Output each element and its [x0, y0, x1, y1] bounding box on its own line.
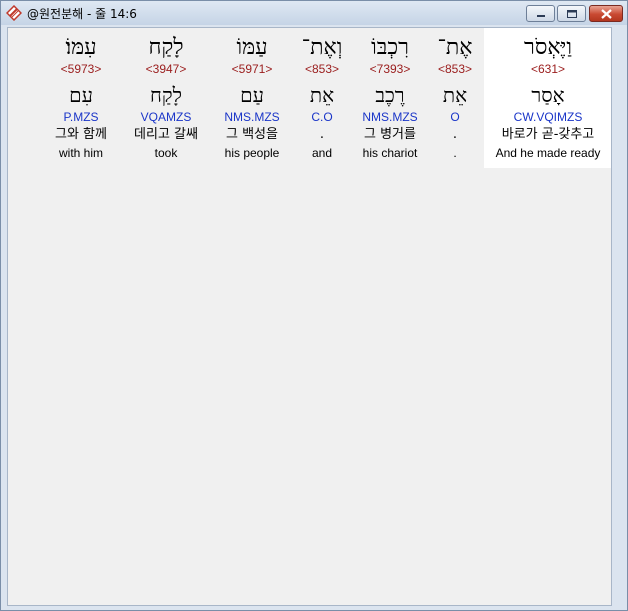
- english-gloss: And he made ready: [495, 146, 601, 160]
- english-gloss: with him: [58, 146, 103, 160]
- english-gloss: his chariot: [362, 146, 418, 160]
- korean-gloss: 바로가 곧-갖추고: [501, 127, 595, 142]
- maximize-icon: [567, 10, 577, 18]
- morphology-code: CW.VQIMZS: [513, 110, 583, 124]
- english-gloss: his people: [224, 146, 280, 160]
- hebrew-word: לָקַח: [148, 35, 184, 60]
- window-border-right: [612, 27, 623, 606]
- close-icon: [601, 9, 612, 19]
- strong-number: <631>: [530, 62, 566, 76]
- morphology-code: NMS.MZS: [224, 110, 280, 124]
- minimize-icon: [537, 15, 545, 17]
- strong-number: <5971>: [231, 62, 273, 76]
- word-column-6[interactable]: לָקַח <3947> לָקַח VQAMZS 데리고 갈쌔 took: [122, 28, 210, 168]
- word-column-1[interactable]: וַיֶּאְסֹר <631> אָסַר CW.VQIMZS 바로가 곧-갖…: [484, 28, 611, 168]
- lexical-form: עַם: [240, 83, 264, 107]
- morphology-code: P.MZS: [63, 110, 99, 124]
- app-window: @원전분해 - 줄 14:6 וַיֶּאְסֹר <631> אָסַר CW…: [0, 0, 628, 611]
- korean-gloss: .: [452, 127, 458, 142]
- close-button[interactable]: [589, 5, 623, 22]
- hebrew-word: וַיֶּאְסֹר: [524, 35, 572, 60]
- lexical-form: עִם: [69, 83, 93, 107]
- hebrew-word: עַמּוֹ: [236, 35, 268, 60]
- english-gloss: and: [311, 146, 333, 160]
- morphology-code: O: [450, 110, 460, 124]
- word-column-4[interactable]: וְאֶת־ <853> אֵת C.O . and: [290, 28, 354, 168]
- lexical-form: אָסַר: [531, 83, 565, 107]
- hebrew-word: וְאֶת־: [301, 35, 343, 60]
- lexical-form: לָקַח: [150, 83, 182, 107]
- word-column-7[interactable]: עִמּוֹ׃ <5973> עִם P.MZS 그와 함께 with him: [40, 28, 122, 168]
- strong-number: <3947>: [145, 62, 187, 76]
- interlinear-panel[interactable]: וַיֶּאְסֹר <631> אָסַר CW.VQIMZS 바로가 곧-갖…: [7, 27, 612, 606]
- hebrew-word: רִכְבּוֹ: [371, 35, 409, 60]
- title-bar[interactable]: @원전분해 - 줄 14:6: [1, 1, 627, 25]
- korean-gloss: 데리고 갈쌔: [134, 127, 198, 142]
- lexical-form: רֶכֶב: [375, 83, 405, 107]
- app-logo-icon: [5, 4, 23, 22]
- word-column-3[interactable]: רִכְבּוֹ <7393> רֶכֶב NMS.MZS 그 병거를 his …: [352, 28, 428, 168]
- hebrew-word: אֶת־: [437, 35, 473, 60]
- english-gloss: .: [453, 146, 457, 160]
- lexical-form: אֵת: [309, 83, 335, 107]
- strong-number: <5973>: [60, 62, 102, 76]
- english-gloss: took: [154, 146, 178, 160]
- window-title: @원전분해 - 줄 14:6: [27, 7, 137, 21]
- korean-gloss: .: [319, 127, 325, 142]
- minimize-button[interactable]: [526, 5, 555, 22]
- lexical-form: אֵת: [442, 83, 468, 107]
- word-column-5[interactable]: עַמּוֹ <5971> עַם NMS.MZS 그 백성을 his peop…: [212, 28, 292, 168]
- strong-number: <853>: [437, 62, 473, 76]
- morphology-code: VQAMZS: [140, 110, 192, 124]
- word-column-2[interactable]: אֶת־ <853> אֵת O . .: [424, 28, 486, 168]
- morphology-code: C.O: [311, 110, 333, 124]
- morphology-code: NMS.MZS: [362, 110, 418, 124]
- korean-gloss: 그 병거를: [364, 127, 416, 142]
- maximize-button[interactable]: [557, 5, 586, 22]
- korean-gloss: 그와 함께: [55, 127, 107, 142]
- strong-number: <7393>: [369, 62, 411, 76]
- hebrew-word: עִמּוֹ׃: [65, 35, 97, 60]
- korean-gloss: 그 백성을: [226, 127, 278, 142]
- strong-number: <853>: [304, 62, 340, 76]
